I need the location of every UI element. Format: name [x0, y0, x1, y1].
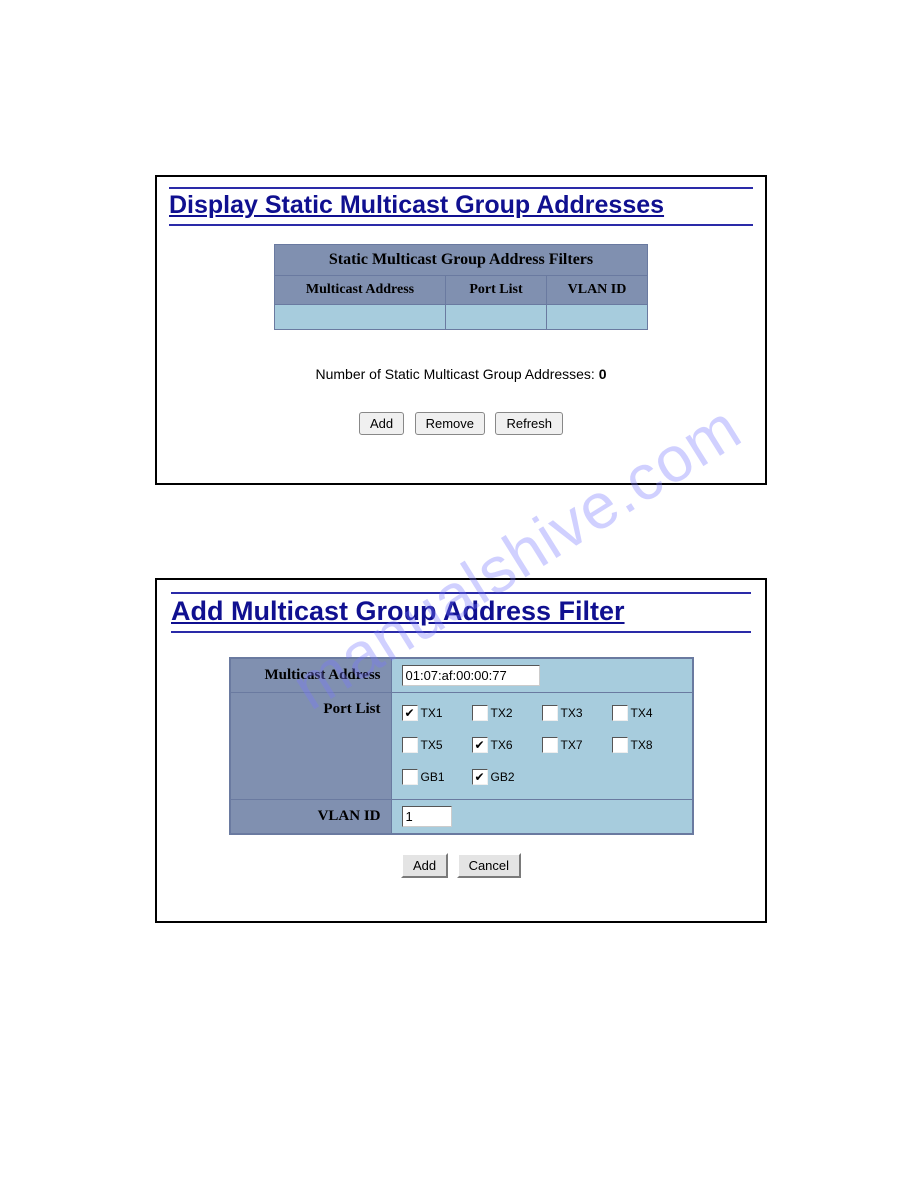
port-label: TX5 — [421, 738, 443, 752]
port-item-tx6: ✔TX6 — [472, 737, 536, 753]
port-checkbox-tx6[interactable]: ✔ — [472, 737, 488, 753]
add-filter-table-wrap: Multicast Address Port List ✔TX1TX2TX3TX… — [171, 657, 751, 835]
panel2-button-row: Add Cancel — [171, 853, 751, 878]
port-item-tx7: TX7 — [542, 737, 606, 753]
add-multicast-filter-title-link[interactable]: Add Multicast Group Address Filter — [171, 596, 751, 627]
port-item-tx5: TX5 — [402, 737, 466, 753]
filters-table: Static Multicast Group Address Filters M… — [274, 244, 648, 330]
col-multicast-address: Multicast Address — [275, 276, 446, 305]
display-multicast-panel: Display Static Multicast Group Addresses… — [155, 175, 767, 485]
port-label: TX4 — [631, 706, 653, 720]
port-checkbox-tx8[interactable] — [612, 737, 628, 753]
add-filter-button[interactable]: Add — [401, 853, 448, 878]
port-label: TX1 — [421, 706, 443, 720]
filters-table-caption: Static Multicast Group Address Filters — [275, 245, 648, 276]
vlan-id-input[interactable] — [402, 806, 452, 827]
port-checkbox-gb1[interactable] — [402, 769, 418, 785]
port-checkbox-tx5[interactable] — [402, 737, 418, 753]
count-value: 0 — [599, 366, 607, 382]
col-vlan-id: VLAN ID — [547, 276, 648, 305]
add-button[interactable]: Add — [359, 412, 404, 435]
port-item-tx2: TX2 — [472, 705, 536, 721]
add-multicast-filter-panel: Add Multicast Group Address Filter Multi… — [155, 578, 767, 923]
divider — [171, 631, 751, 633]
refresh-button[interactable]: Refresh — [495, 412, 563, 435]
filters-table-wrap: Static Multicast Group Address Filters M… — [169, 244, 753, 330]
port-item-tx3: TX3 — [542, 705, 606, 721]
count-label: Number of Static Multicast Group Address… — [315, 366, 598, 382]
port-checkbox-tx2[interactable] — [472, 705, 488, 721]
divider — [169, 224, 753, 226]
port-item-tx1: ✔TX1 — [402, 705, 466, 721]
port-label: GB1 — [421, 770, 445, 784]
vlan-id-label: VLAN ID — [230, 800, 392, 835]
port-label: GB2 — [491, 770, 515, 784]
port-checkbox-tx4[interactable] — [612, 705, 628, 721]
port-label: TX7 — [561, 738, 583, 752]
port-checkbox-gb2[interactable]: ✔ — [472, 769, 488, 785]
col-port-list: Port List — [446, 276, 547, 305]
panel1-button-row: Add Remove Refresh — [169, 412, 753, 435]
port-list-grid: ✔TX1TX2TX3TX4TX5✔TX6TX7TX8GB1✔GB2 — [402, 699, 682, 793]
port-label: TX8 — [631, 738, 653, 752]
port-label: TX6 — [491, 738, 513, 752]
multicast-address-label: Multicast Address — [230, 658, 392, 693]
port-checkbox-tx1[interactable]: ✔ — [402, 705, 418, 721]
count-line: Number of Static Multicast Group Address… — [169, 366, 753, 382]
port-item-tx8: TX8 — [612, 737, 676, 753]
table-row — [275, 305, 648, 330]
remove-button[interactable]: Remove — [415, 412, 485, 435]
cancel-button[interactable]: Cancel — [457, 853, 521, 878]
port-label: TX3 — [561, 706, 583, 720]
port-checkbox-tx3[interactable] — [542, 705, 558, 721]
add-filter-table: Multicast Address Port List ✔TX1TX2TX3TX… — [229, 657, 694, 835]
port-label: TX2 — [491, 706, 513, 720]
port-checkbox-tx7[interactable] — [542, 737, 558, 753]
port-list-label: Port List — [230, 693, 392, 800]
port-item-gb1: GB1 — [402, 769, 466, 785]
display-multicast-title-link[interactable]: Display Static Multicast Group Addresses — [169, 191, 753, 220]
multicast-address-input[interactable] — [402, 665, 540, 686]
divider — [169, 187, 753, 189]
port-item-gb2: ✔GB2 — [472, 769, 536, 785]
divider — [171, 592, 751, 594]
port-item-tx4: TX4 — [612, 705, 676, 721]
